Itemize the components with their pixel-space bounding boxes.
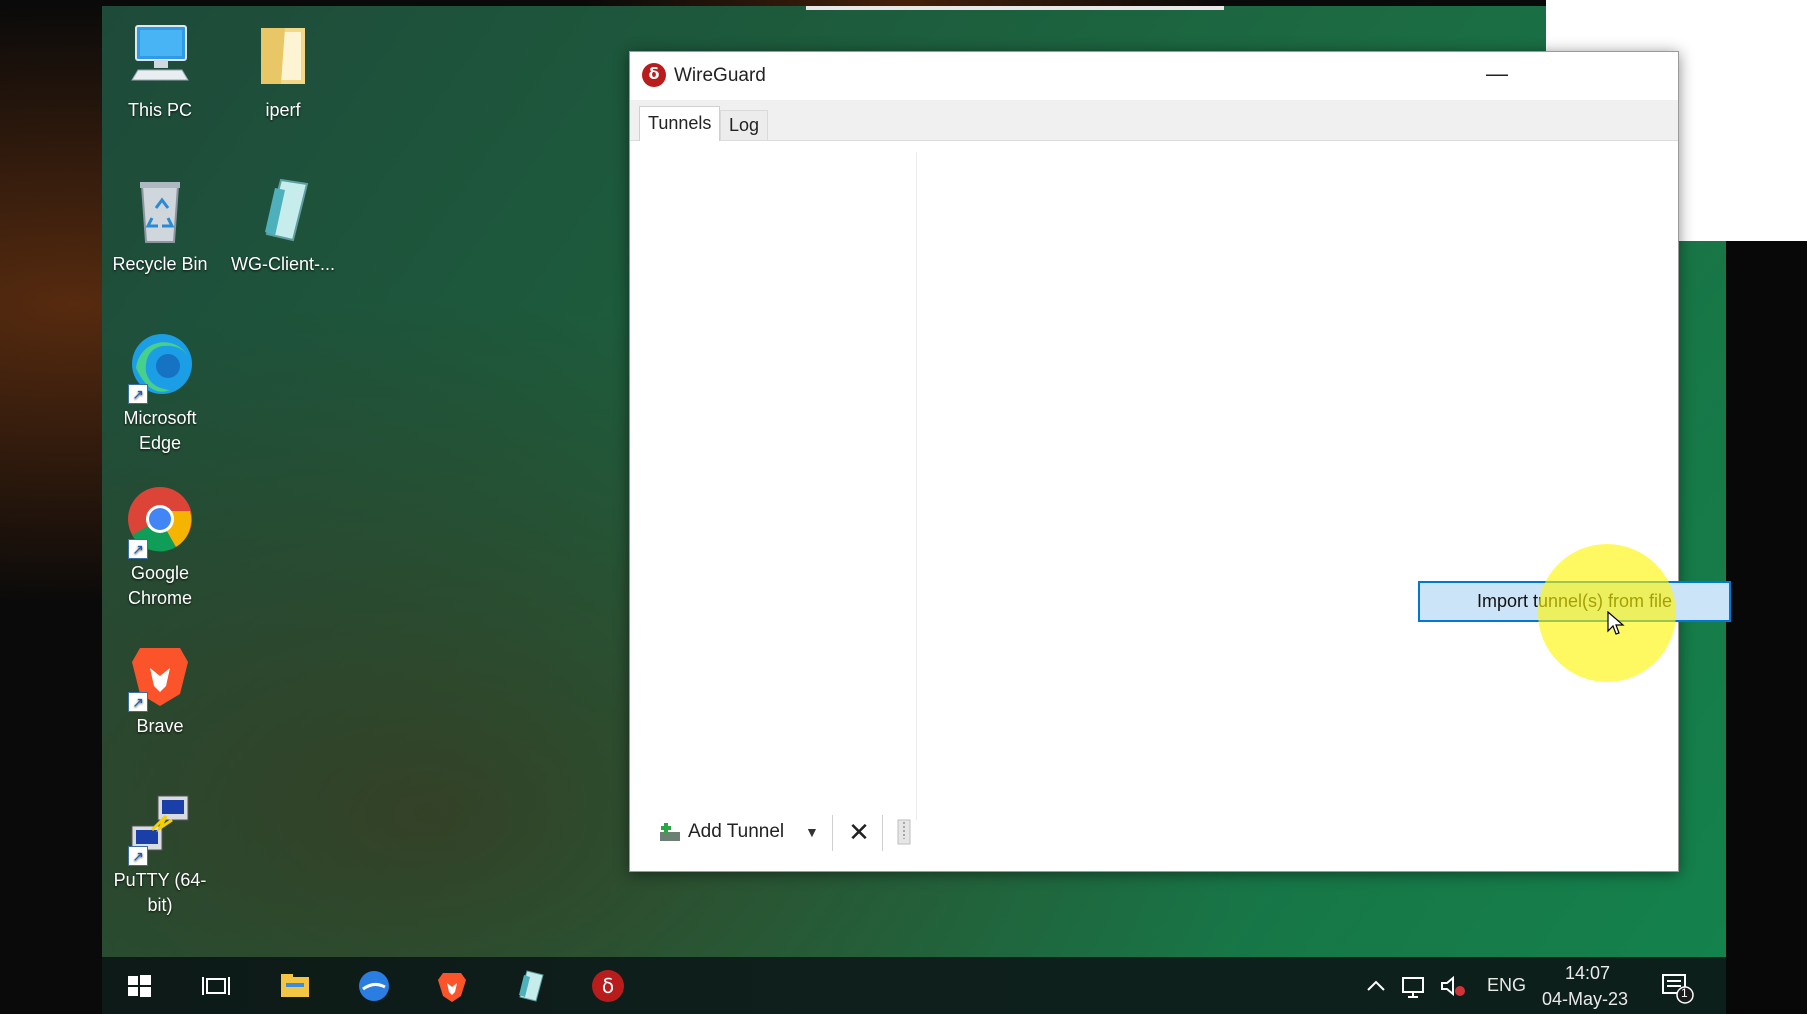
speaker-muted-icon[interactable] [1438,967,1468,1005]
shortcut-arrow-icon: ↗ [128,846,148,866]
export-zip-icon[interactable] [892,817,916,847]
brave-taskbar-icon[interactable] [433,967,471,1005]
tab-log[interactable]: Log [720,110,769,140]
desktop-icon-label: Google Chrome [127,563,193,608]
delete-tunnel-button[interactable]: ✕ [843,815,875,849]
window-title: WireGuard [674,65,766,86]
tab-tunnels[interactable]: Tunnels [639,106,721,141]
desktop-icon-label: Microsoft Edge [123,408,197,453]
toolbar-divider [882,815,883,851]
chevron-up-icon[interactable] [1363,967,1389,1005]
clock-time[interactable]: 14:07 [1565,963,1610,984]
wireguard-taskbar-icon[interactable]: ẟ [589,967,627,1005]
file-explorer-icon[interactable] [276,967,314,1005]
brave-icon: ↗ [122,636,198,712]
desktop-icon-this-pc[interactable]: This PC [105,20,215,123]
add-tunnel-button[interactable]: Add Tunnel [658,815,784,849]
tunnel-toolbar: Add Tunnel ▼ ✕ [640,807,1040,857]
clock-date[interactable]: 04-May-23 [1542,989,1628,1010]
chevron-down-icon[interactable]: ▼ [805,819,825,845]
desktop-icon-wg-client[interactable]: WG-Client-... [228,174,338,277]
desktop-icon-brave[interactable]: ↗ Brave [105,636,215,739]
overlay-dark-edge [1726,241,1807,1014]
network-icon[interactable] [1399,967,1429,1005]
desktop-icon-iperf[interactable]: iperf [228,20,338,123]
notepad-icon[interactable] [511,967,549,1005]
chrome-icon: ↗ [122,483,198,559]
video-top-strip [806,6,1224,10]
shortcut-arrow-icon: ↗ [128,384,148,404]
shortcut-arrow-icon: ↗ [128,692,148,712]
putty-icon: ↗ [122,790,198,866]
notification-center-icon[interactable]: 1 [1657,967,1697,1005]
svg-text:ẟ: ẟ [602,974,614,998]
title-bar[interactable]: ẟ WireGuard — [630,52,1678,100]
tunnel-detail-pane: Import tunnel(s) from file [917,152,1731,820]
desktop-icon-label: iperf [265,100,301,120]
tab-bar: Tunnels Log [630,100,1678,141]
mouse-cursor-icon [1607,610,1625,637]
notification-count: 1 [1681,986,1688,1000]
desktop-icon-label: This PC [127,100,192,120]
desktop-icon-google-chrome[interactable]: ↗ Google Chrome [105,483,215,611]
desktop-icon-microsoft-edge[interactable]: ↗ Microsoft Edge [105,328,215,456]
minimize-button[interactable]: — [1473,60,1521,92]
wireshark-icon[interactable] [355,967,393,1005]
desktop-icon-putty[interactable]: ↗ PuTTY (64-bit) [105,790,215,918]
desktop-icon-recycle-bin[interactable]: Recycle Bin [105,174,215,277]
toolbar-divider [832,815,833,851]
desktop-icon-label: PuTTY (64-bit) [113,870,207,915]
desktop-icon-label: Recycle Bin [112,254,208,274]
taskbar: ẟ ENG 14:07 04-May-23 1 [102,957,1726,1014]
language-indicator[interactable]: ENG [1487,975,1526,996]
recycle-bin-icon [122,174,198,250]
config-file-icon [245,174,321,250]
desktop-icon-label: Brave [136,716,184,736]
wireguard-logo-icon: ẟ [642,63,666,87]
start-windows-icon[interactable] [120,967,158,1005]
desktop-icon-label: WG-Client-... [230,254,335,274]
folder-icon [245,20,321,96]
shortcut-arrow-icon: ↗ [128,539,148,559]
add-tunnel-label: Add Tunnel [688,821,785,842]
add-tunnel-icon [658,820,682,844]
computer-icon [122,20,198,96]
edge-icon: ↗ [122,328,198,404]
tunnel-list[interactable] [640,152,917,820]
task-view-icon[interactable] [197,967,235,1005]
wireguard-window[interactable]: ẟ WireGuard — Tunnels Log Import tunnel(… [629,51,1731,872]
